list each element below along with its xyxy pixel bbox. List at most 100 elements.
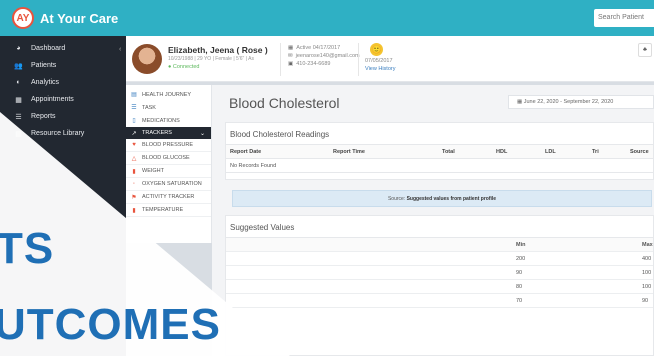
submenu-item-label: TASK (142, 104, 156, 111)
readings-table-header: Report Date Report Time Total HDL LDL Tr… (226, 145, 653, 159)
sidebar-item-patients[interactable]: 👥 Patients (0, 57, 126, 74)
submenu-item-health-journey[interactable]: ▤ HEALTH JOURNEY (126, 88, 211, 101)
tracker-label: WEIGHT (142, 168, 164, 174)
patient-action-button[interactable]: ♣ (638, 43, 652, 57)
page-title: Blood Cholesterol (229, 95, 340, 111)
blood-glucose-icon: △ (131, 155, 137, 162)
tracker-blood-pressure[interactable]: ♥ BLOOD PRESSURE (126, 139, 211, 152)
tracker-weight[interactable]: ▮ WEIGHT (126, 165, 211, 178)
reports-icon: ☰ (15, 113, 22, 121)
col-max: Max (642, 242, 653, 248)
table-row: 80 100 (226, 280, 653, 294)
status-label: Connected (172, 64, 200, 70)
health-journey-icon: ▤ (131, 92, 137, 98)
task-icon: ☰ (131, 105, 137, 111)
analytics-icon: ◐ (16, 79, 21, 86)
connection-status: ● Connected (168, 64, 200, 70)
blood-pressure-icon: ♥ (132, 142, 136, 148)
sidebar-item-label: Patients (31, 62, 57, 69)
main-content: Blood Cholesterol ▦ June 22, 2020 - Sept… (212, 85, 654, 356)
sidebar-item-label: Reports (31, 113, 56, 120)
col-total[interactable]: Total (442, 149, 455, 155)
patients-icon: 👥 (14, 62, 23, 70)
sidebar-item-label: Analytics (31, 79, 60, 86)
calendar-icon: ▦ (15, 96, 22, 104)
headline-line-1: TS (0, 224, 55, 273)
readings-card: Blood Cholesterol Readings Report Date R… (225, 122, 654, 180)
table-row: 200 400 (226, 252, 653, 266)
max-value: 400 (642, 256, 652, 262)
tracker-blood-glucose[interactable]: △ BLOOD GLUCOSE (126, 152, 211, 165)
email-icon: ✉ (288, 53, 293, 59)
sidebar-item-label: Appointments (31, 96, 74, 103)
submenu-item-label: TRACKERS (142, 130, 172, 136)
logo-mark-icon: AY (12, 7, 34, 29)
tracker-activity[interactable]: ⚑ ACTIVITY TRACKER (126, 191, 211, 204)
medications-icon: ▯ (132, 118, 136, 124)
submenu-item-label: MEDICATIONS (142, 117, 180, 124)
calendar-icon: ▦ (288, 45, 294, 51)
weight-icon: ▮ (132, 168, 136, 175)
tracker-label: BLOOD GLUCOSE (142, 155, 190, 161)
view-history-link[interactable]: View History (365, 66, 395, 72)
col-report-date[interactable]: Report Date (230, 149, 261, 155)
suggested-card: Suggested Values Min Max 200 400 90 100 … (225, 215, 654, 356)
patient-demographics: 10/23/1988 | 29 YO | Female | 5'6" | As (168, 56, 254, 62)
empty-row: No Records Found (226, 159, 653, 173)
table-row: 70 90 (226, 294, 653, 308)
app-logo[interactable]: AY At Your Care (12, 7, 118, 29)
sidebar-item-analytics[interactable]: ◐ Analytics (0, 74, 126, 91)
patient-submenu: ▤ HEALTH JOURNEY ☰ TASK ▯ MEDICATIONS ↗ … (126, 85, 212, 243)
patient-email[interactable]: jeenarose140@gmail.com (296, 53, 360, 59)
col-hdl[interactable]: HDL (496, 149, 507, 155)
min-value: 70 (516, 298, 523, 304)
tracker-label: OXYGEN SATURATION (142, 181, 202, 187)
phone-icon: ▣ (288, 61, 294, 67)
collapse-chevron-icon[interactable]: ‹ (119, 46, 121, 53)
dashboard-icon: ◕ (16, 45, 21, 52)
sidebar-item-reports[interactable]: ☰ Reports (0, 108, 126, 125)
source-text: Suggested values from patient profile (406, 196, 497, 202)
col-ldl[interactable]: LDL (545, 149, 556, 155)
col-report-time[interactable]: Report Time (333, 149, 365, 155)
sidebar-item-appointments[interactable]: ▦ Appointments (0, 91, 126, 108)
col-min: Min (516, 242, 526, 248)
activity-icon: ⚑ (131, 194, 137, 201)
tracker-label: TEMPERATURE (142, 207, 184, 213)
source-note: Source: Suggested values from patient pr… (232, 190, 652, 207)
max-value: 90 (642, 298, 649, 304)
search-patient-input[interactable]: Search Patient (594, 9, 654, 27)
col-source[interactable]: Source (630, 149, 649, 155)
submenu-item-label: HEALTH JOURNEY (142, 91, 192, 98)
max-value: 100 (642, 284, 652, 290)
divider (358, 43, 359, 76)
tracker-temperature[interactable]: ▮ TEMPERATURE (126, 204, 211, 217)
submenu-item-trackers[interactable]: ↗ TRACKERS ⌄ (126, 127, 211, 139)
tracker-label: BLOOD PRESSURE (142, 142, 194, 148)
tracker-oxygen-saturation[interactable]: ◦ OXYGEN SATURATION (126, 178, 211, 191)
patient-contact: ▦ Active 04/17/2017 ✉ jeenarose140@gmail.c… (288, 44, 360, 68)
trackers-icon: ↗ (131, 130, 137, 137)
active-date: Active 04/17/2017 (296, 45, 341, 51)
date-range-picker[interactable]: ▦ June 22, 2020 - September 22, 2020 (508, 95, 654, 109)
calendar-icon: ▦ (517, 99, 524, 105)
col-tri[interactable]: Tri (592, 149, 599, 155)
min-value: 80 (516, 284, 523, 290)
sidebar-item-label: Dashboard (31, 45, 66, 52)
suggested-title: Suggested Values (226, 216, 653, 238)
patient-avatar[interactable] (132, 44, 162, 74)
patient-phone: 410-234-6689 (296, 61, 331, 67)
submenu-item-task[interactable]: ☰ TASK (126, 101, 211, 114)
suggested-header: Min Max (226, 238, 653, 252)
sidebar-item-dashboard[interactable]: ◕ Dashboard (0, 40, 126, 57)
tracker-label: ACTIVITY TRACKER (142, 194, 195, 200)
mood-date: 07/05/2017 (365, 58, 393, 64)
sidebar-item-resource-library[interactable]: ▤ Resource Library (0, 125, 126, 142)
temperature-icon: ▮ (132, 207, 136, 214)
patient-name[interactable]: Elizabeth, Jeena ( Rose ) (168, 45, 268, 55)
top-bar: AY At Your Care Search Patient (0, 0, 654, 36)
oxygen-icon: ◦ (132, 181, 136, 187)
submenu-item-medications[interactable]: ▯ MEDICATIONS (126, 114, 211, 127)
headline-line-2: UTCOMES (0, 300, 221, 349)
chevron-down-icon: ⌄ (199, 130, 205, 137)
